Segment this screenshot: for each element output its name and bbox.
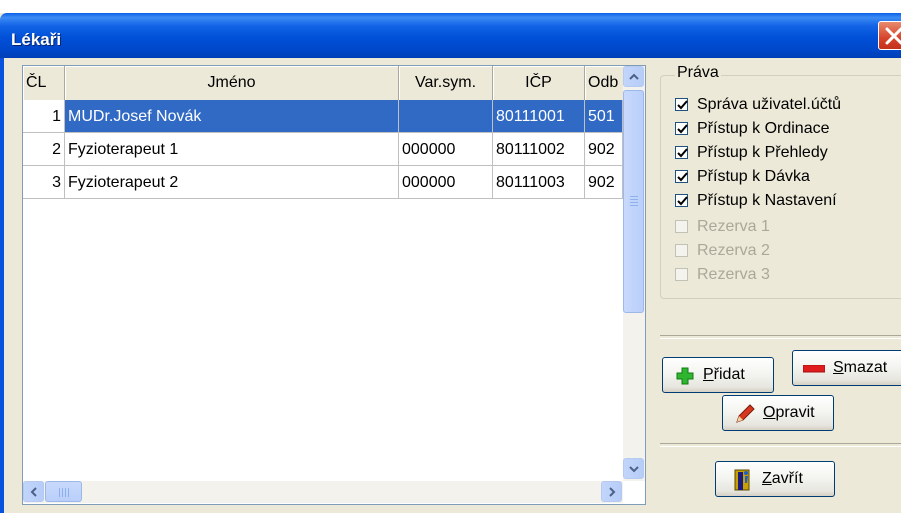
thumb-grip xyxy=(68,488,69,497)
delete-button-mnemonic: S xyxy=(833,359,844,376)
window-titlebar: Lékaři xyxy=(0,0,901,58)
cell-jmeno: MUDr.Josef Novák xyxy=(65,100,399,133)
cell-icp: 80111002 xyxy=(493,133,585,166)
grid-header: ČL Jméno Var.sym. IČP Odb xyxy=(23,66,643,101)
thumb-grip xyxy=(630,202,638,203)
column-header-icp[interactable]: IČP xyxy=(493,66,585,100)
table-row[interactable]: 3 Fyzioterapeut 2 000000 80111003 902 xyxy=(23,166,623,199)
scroll-left-button[interactable] xyxy=(23,481,44,502)
checkbox-box[interactable] xyxy=(675,146,688,159)
chevron-down-icon xyxy=(629,466,639,473)
table-row[interactable]: 1 MUDr.Josef Novák 80111001 501 xyxy=(23,100,623,133)
column-header-odb[interactable]: Odb xyxy=(585,66,625,100)
edit-button[interactable]: Opravit xyxy=(722,395,834,431)
checkmark-icon xyxy=(677,148,688,158)
cell-jmeno: Fyzioterapeut 1 xyxy=(65,133,399,166)
checkmark-icon xyxy=(677,196,688,206)
cell-cl: 1 xyxy=(23,100,65,133)
cell-icp: 80111001 xyxy=(493,100,585,133)
checkmark-icon xyxy=(677,172,688,182)
thumb-grip xyxy=(59,488,60,497)
checkbox-label: Rezerva 1 xyxy=(697,218,770,235)
checkbox-label: Přístup k Dávka xyxy=(697,168,810,185)
close-button-mnemonic: Z xyxy=(762,470,772,487)
checkbox-label: Správa uživatel.účtů xyxy=(697,96,842,113)
checkbox-box xyxy=(675,244,688,257)
close-icon xyxy=(885,27,901,45)
checkbox-box xyxy=(675,268,688,281)
thumb-grip xyxy=(630,196,638,197)
cell-odb: 501 xyxy=(585,100,623,133)
column-header-jmeno[interactable]: Jméno xyxy=(65,66,399,100)
separator xyxy=(660,443,901,447)
pencil-icon xyxy=(736,404,755,423)
chevron-left-icon xyxy=(30,487,37,497)
edit-button-mnemonic: O xyxy=(763,404,776,421)
doctors-grid[interactable]: ČL Jméno Var.sym. IČP Odb 1 MUDr.Josef N… xyxy=(22,65,646,505)
checkbox-box[interactable] xyxy=(675,98,688,111)
window-title: Lékaři xyxy=(11,30,62,49)
minus-icon xyxy=(803,365,825,373)
cell-odb: 902 xyxy=(585,133,623,166)
horizontal-scrollbar[interactable] xyxy=(23,481,623,503)
edit-button-label: pravit xyxy=(775,404,815,421)
thumb-grip xyxy=(630,205,638,206)
add-button-label: řidat xyxy=(713,366,745,383)
column-header-cl[interactable]: ČL xyxy=(23,66,65,100)
checkbox-box[interactable] xyxy=(675,122,688,135)
separator xyxy=(660,335,901,339)
cell-cl: 2 xyxy=(23,133,65,166)
scroll-right-button[interactable] xyxy=(601,481,622,502)
plus-icon xyxy=(676,367,694,385)
cell-varsym: 000000 xyxy=(399,166,493,199)
exit-door-icon xyxy=(734,469,750,491)
checkbox-label: Přístup k Ordinace xyxy=(697,120,830,137)
scroll-down-button[interactable] xyxy=(623,458,644,479)
thumb-grip xyxy=(630,199,638,200)
delete-button[interactable]: Smazat xyxy=(792,350,901,386)
checkbox-label: Rezerva 3 xyxy=(697,266,770,283)
titlebar-top-strip xyxy=(0,0,901,13)
table-row[interactable]: 2 Fyzioterapeut 1 000000 80111002 902 xyxy=(23,133,623,166)
vertical-scrollbar[interactable] xyxy=(623,66,645,481)
checkmark-icon xyxy=(677,124,688,134)
cell-jmeno: Fyzioterapeut 2 xyxy=(65,166,399,199)
cell-odb: 902 xyxy=(585,166,623,199)
checkbox-label: Přístup k Přehledy xyxy=(697,144,828,161)
cell-icp: 80111003 xyxy=(493,166,585,199)
chevron-up-icon xyxy=(629,73,639,80)
checkbox-label: Přístup k Nastavení xyxy=(697,192,837,209)
column-header-varsym[interactable]: Var.sym. xyxy=(399,66,493,100)
titlebar-bar xyxy=(0,13,901,58)
thumb-grip xyxy=(62,488,63,497)
delete-button-label: mazat xyxy=(843,359,888,376)
add-button[interactable]: Přidat xyxy=(662,357,774,393)
cell-cl: 3 xyxy=(23,166,65,199)
close-button-label: avřít xyxy=(771,470,803,487)
chevron-right-icon xyxy=(609,487,616,497)
close-button[interactable]: Zavřít xyxy=(715,461,835,497)
cell-varsym xyxy=(399,100,493,133)
horizontal-scroll-thumb[interactable] xyxy=(45,481,82,502)
thumb-grip xyxy=(65,488,66,497)
checkbox-label: Rezerva 2 xyxy=(697,242,770,259)
rights-group-title: Práva xyxy=(675,64,721,82)
checkbox-box[interactable] xyxy=(675,170,688,183)
window-left-frame xyxy=(0,58,4,513)
cell-varsym: 000000 xyxy=(399,133,493,166)
vertical-scroll-thumb[interactable] xyxy=(623,90,644,313)
close-window-button[interactable] xyxy=(878,21,901,50)
checkmark-icon xyxy=(677,100,688,110)
checkbox-box[interactable] xyxy=(675,194,688,207)
add-button-mnemonic: P xyxy=(703,366,714,383)
scroll-up-button[interactable] xyxy=(623,66,644,87)
checkbox-box xyxy=(675,220,688,233)
